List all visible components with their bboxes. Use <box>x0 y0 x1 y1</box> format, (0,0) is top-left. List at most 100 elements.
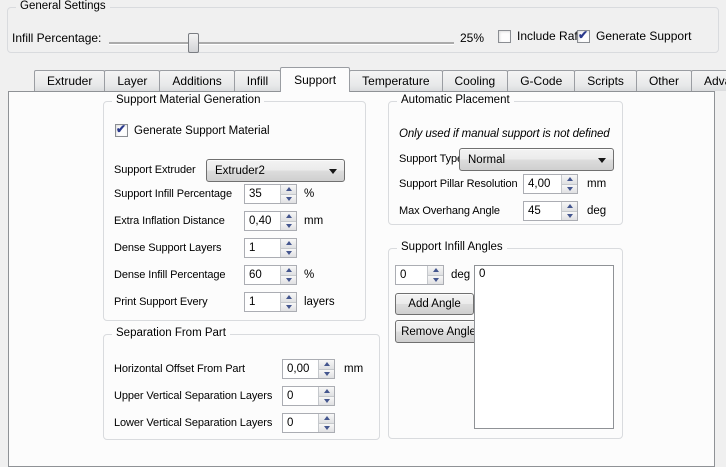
spin-up-button[interactable] <box>428 266 443 275</box>
arrow-down-icon <box>567 187 573 191</box>
dense-infill-percentage-spinner[interactable]: 60 <box>244 265 297 285</box>
setting-row: Upper Vertical Separation Layers 0 <box>114 386 375 406</box>
tab-extruder[interactable]: Extruder <box>34 70 105 91</box>
infill-percentage-slider[interactable] <box>107 33 456 53</box>
spin-up-button[interactable] <box>281 185 296 194</box>
setting-label: Dense Infill Percentage <box>114 269 225 281</box>
arrow-down-icon <box>286 278 292 282</box>
setting-label: Upper Vertical Separation Layers <box>114 390 272 402</box>
print-support-every-spinner[interactable]: 1 <box>244 292 297 312</box>
setting-row: Extra Inflation Distance 0,40 mm <box>114 211 361 231</box>
setting-label: Support Pillar Resolution <box>399 178 518 190</box>
support-pillar-resolution-spinner[interactable]: 4,00 <box>523 174 578 194</box>
horizontal-offset-spinner[interactable]: 0,00 <box>282 359 335 379</box>
spin-up-button[interactable] <box>281 239 296 248</box>
arrow-up-icon <box>567 204 573 208</box>
remove-angle-button[interactable]: Remove Angle <box>395 320 482 343</box>
tab-infill[interactable]: Infill <box>234 70 281 91</box>
extra-inflation-distance-spinner[interactable]: 0,40 <box>244 211 297 231</box>
add-angle-button[interactable]: Add Angle <box>395 293 474 315</box>
support-material-generation-group: Support Material Generation ✔ Generate S… <box>103 101 366 321</box>
support-infill-percentage-spinner[interactable]: 35 <box>244 184 297 204</box>
setting-label: Extra Inflation Distance <box>114 215 225 227</box>
spin-down-button[interactable] <box>281 302 296 312</box>
spin-up-button[interactable] <box>281 212 296 221</box>
support-type-select[interactable]: Normal <box>459 148 614 171</box>
tab-layer[interactable]: Layer <box>104 70 160 91</box>
spin-down-button[interactable] <box>562 184 577 194</box>
lower-vertical-separation-spinner[interactable]: 0 <box>282 413 335 433</box>
chevron-down-icon <box>598 158 606 163</box>
arrow-down-icon <box>567 214 573 218</box>
spin-up-button[interactable] <box>319 360 334 369</box>
include-raft-checkbox[interactable]: ✔ Include Raft <box>498 29 581 43</box>
arrow-up-icon <box>286 295 292 299</box>
checkbox-box: ✔ <box>577 30 590 43</box>
setting-label: Lower Vertical Separation Layers <box>114 417 272 429</box>
spin-up-button[interactable] <box>562 175 577 184</box>
setting-row: Dense Infill Percentage 60 % <box>114 265 361 285</box>
angles-listbox[interactable]: 0 <box>474 265 614 429</box>
tab-support[interactable]: Support <box>280 67 350 92</box>
spin-down-button[interactable] <box>562 211 577 221</box>
arrow-up-icon <box>286 268 292 272</box>
spin-up-button[interactable] <box>319 414 334 423</box>
tab-cooling[interactable]: Cooling <box>442 70 509 91</box>
spinner-value: 0 <box>396 266 427 284</box>
spin-down-button[interactable] <box>281 248 296 258</box>
generate-support-material-checkbox[interactable]: ✔ Generate Support Material <box>115 124 270 137</box>
support-type-label: Support Type <box>399 153 463 165</box>
spin-down-button[interactable] <box>281 275 296 285</box>
group-title: General Settings <box>16 0 110 12</box>
spin-down-button[interactable] <box>281 194 296 204</box>
tab-additions[interactable]: Additions <box>159 70 234 91</box>
tab-temperature[interactable]: Temperature <box>349 70 442 91</box>
spin-down-button[interactable] <box>319 396 334 406</box>
support-extruder-select[interactable]: Extruder2 <box>206 159 345 182</box>
spin-up-button[interactable] <box>281 293 296 302</box>
spin-down-button[interactable] <box>319 423 334 433</box>
spinner-value: 45 <box>524 202 561 220</box>
general-settings-group: General Settings Infill Percentage: 25% … <box>7 7 719 53</box>
unit-label: mm <box>344 363 363 375</box>
spin-down-button[interactable] <box>281 221 296 231</box>
arrow-down-icon <box>324 372 330 376</box>
dense-support-layers-spinner[interactable]: 1 <box>244 238 297 258</box>
arrow-down-icon <box>286 305 292 309</box>
arrow-down-icon <box>286 251 292 255</box>
tab-scripts[interactable]: Scripts <box>574 70 637 91</box>
slider-handle[interactable] <box>188 33 199 53</box>
setting-label: Dense Support Layers <box>114 242 221 254</box>
setting-row: Lower Vertical Separation Layers 0 <box>114 413 375 433</box>
spinner-value: 60 <box>245 266 280 284</box>
spin-up-button[interactable] <box>562 202 577 211</box>
max-overhang-angle-spinner[interactable]: 45 <box>523 201 578 221</box>
arrow-up-icon <box>324 362 330 366</box>
setting-row: Dense Support Layers 1 <box>114 238 361 258</box>
spinner-buttons <box>561 202 577 220</box>
arrow-up-icon <box>324 389 330 393</box>
spin-down-button[interactable] <box>428 275 443 285</box>
list-item[interactable]: 0 <box>475 266 613 280</box>
upper-vertical-separation-spinner[interactable]: 0 <box>282 386 335 406</box>
tab-gcode[interactable]: G-Code <box>507 70 575 91</box>
spinner-value: 0 <box>283 387 318 405</box>
spin-up-button[interactable] <box>281 266 296 275</box>
tab-other[interactable]: Other <box>636 70 692 91</box>
group-title: Support Material Generation <box>112 94 264 106</box>
tab-advanced[interactable]: Advanced <box>691 70 726 91</box>
support-type-value: Normal <box>468 154 505 166</box>
setting-label: Print Support Every <box>114 296 207 308</box>
generate-support-checkbox[interactable]: ✔ Generate Support <box>577 29 691 43</box>
arrow-down-icon <box>324 426 330 430</box>
spinner-buttons <box>280 293 296 311</box>
angle-spinner[interactable]: 0 <box>395 265 444 285</box>
checkbox-box: ✔ <box>498 30 511 43</box>
checkbox-box: ✔ <box>115 124 128 137</box>
unit-label: mm <box>587 178 606 190</box>
setting-label: Max Overhang Angle <box>399 205 500 217</box>
spin-down-button[interactable] <box>319 369 334 379</box>
spin-up-button[interactable] <box>319 387 334 396</box>
arrow-down-icon <box>433 278 439 282</box>
support-infill-angles-group: Support Infill Angles 0 deg Add Angle Re… <box>388 248 623 439</box>
